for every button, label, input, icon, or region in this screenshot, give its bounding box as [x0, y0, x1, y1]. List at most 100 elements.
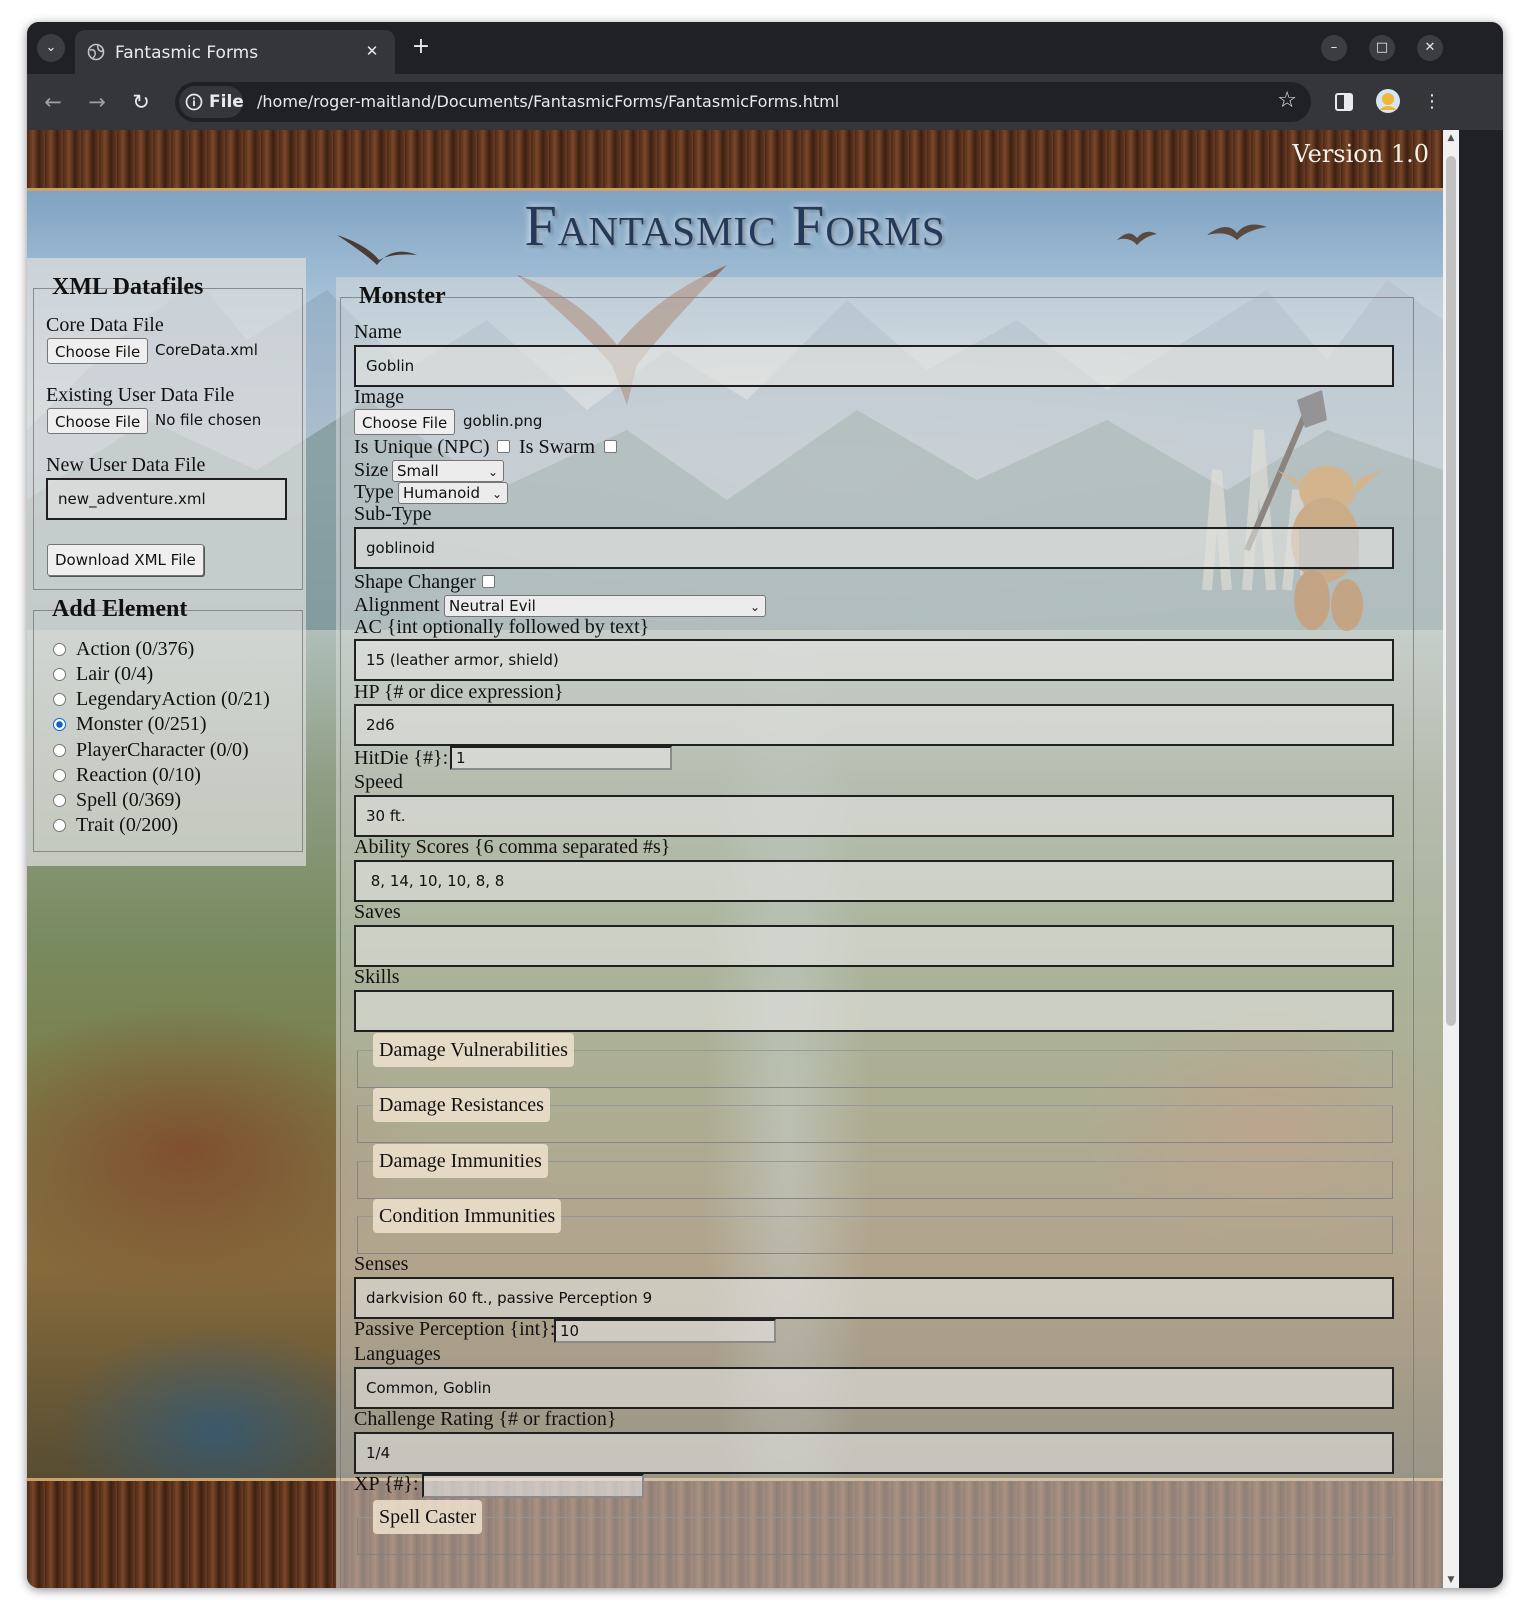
- senses-input[interactable]: darkvision 60 ft., passive Perception 9: [354, 1277, 1394, 1319]
- passive-perception-input[interactable]: 10: [554, 1319, 776, 1343]
- info-icon: [185, 93, 203, 111]
- chevron-down-icon: ⌄: [487, 465, 498, 479]
- radio-label-action: Action (0/376): [76, 638, 195, 660]
- sidebar-panel: XML Datafiles Core Data File Choose File…: [27, 258, 306, 866]
- saves-label: Saves: [354, 901, 401, 923]
- name-input[interactable]: Goblin: [354, 345, 1394, 387]
- menu-kebab-icon[interactable]: ⋮: [1418, 88, 1446, 116]
- challenge-rating-label: Challenge Rating {# or fraction}: [354, 1408, 617, 1430]
- hp-input[interactable]: 2d6: [354, 704, 1394, 746]
- forward-arrow-icon[interactable]: →: [83, 88, 111, 116]
- maximize-icon[interactable]: □: [1369, 35, 1395, 61]
- new-data-label: New User Data File: [46, 454, 206, 476]
- type-select-value: Humanoid: [403, 484, 480, 502]
- damage-immunities-legend[interactable]: Damage Immunities: [373, 1144, 548, 1178]
- damage-vulnerabilities-legend[interactable]: Damage Vulnerabilities: [373, 1033, 574, 1067]
- back-arrow-icon[interactable]: ←: [39, 88, 67, 116]
- radio-reaction[interactable]: [53, 769, 66, 782]
- image-choose-file-button[interactable]: Choose File: [354, 409, 456, 435]
- new-data-file-input[interactable]: new_adventure.xml: [46, 478, 287, 520]
- passive-perception-label: Passive Perception {int}:: [354, 1318, 556, 1340]
- xp-input[interactable]: [422, 1474, 644, 1498]
- scroll-thumb[interactable]: [1446, 156, 1456, 1026]
- challenge-rating-input[interactable]: 1/4: [354, 1432, 1394, 1474]
- spell-caster-fieldset: [357, 1517, 1393, 1555]
- hitdie-input[interactable]: 1: [450, 746, 672, 770]
- tab-search-chevron-icon[interactable]: ⌄: [37, 34, 65, 62]
- shape-changer-checkbox[interactable]: [482, 575, 495, 588]
- url-text[interactable]: /home/roger-maitland/Documents/Fantasmic…: [257, 92, 839, 111]
- reload-icon[interactable]: ↻: [127, 88, 155, 116]
- spell-caster-legend[interactable]: Spell Caster: [373, 1500, 483, 1534]
- monster-legend: Monster: [359, 283, 446, 309]
- radio-label-lair: Lair (0/4): [76, 663, 154, 685]
- damage-resistances-legend[interactable]: Damage Resistances: [373, 1088, 550, 1122]
- radio-spell[interactable]: [53, 794, 66, 807]
- alignment-select-value: Neutral Evil: [449, 597, 536, 615]
- radio-lair[interactable]: [53, 668, 66, 681]
- subtype-input[interactable]: goblinoid: [354, 527, 1394, 569]
- close-window-icon[interactable]: ✕: [1417, 35, 1443, 61]
- languages-label: Languages: [354, 1343, 441, 1365]
- xp-label: XP {#}:: [354, 1473, 419, 1495]
- name-label: Name: [354, 321, 402, 343]
- xml-datafiles-legend: XML Datafiles: [52, 274, 204, 300]
- minimize-icon[interactable]: –: [1321, 35, 1347, 61]
- radio-player-character[interactable]: [53, 744, 66, 757]
- add-element-legend: Add Element: [52, 596, 188, 622]
- page-viewport: Version 1.0 Fantasmic Forms XML Datafile…: [27, 130, 1443, 1588]
- bookmark-star-icon[interactable]: ☆: [1277, 88, 1297, 113]
- site-info-chip[interactable]: File: [179, 86, 244, 118]
- condition-immunities-legend[interactable]: Condition Immunities: [373, 1199, 562, 1233]
- size-label: Size: [354, 459, 389, 481]
- browser-toolbar: ← → ↻ File /home/roger-maitland/Document…: [27, 74, 1503, 130]
- saves-input[interactable]: [354, 925, 1394, 967]
- unique-checkbox[interactable]: [497, 440, 510, 453]
- site-chip-label: File: [209, 92, 244, 112]
- side-panel-icon[interactable]: [1330, 88, 1358, 116]
- core-file-name: CoreData.xml: [155, 341, 258, 359]
- speed-input[interactable]: 30 ft.: [354, 795, 1394, 837]
- ac-input[interactable]: 15 (leather armor, shield): [354, 639, 1394, 681]
- existing-data-label: Existing User Data File: [46, 384, 235, 406]
- ac-label: AC {int optionally followed by text}: [354, 616, 650, 638]
- radio-legendary-action[interactable]: [53, 693, 66, 706]
- radio-label-legendary-action: LegendaryAction (0/21): [76, 688, 270, 710]
- radio-label-spell: Spell (0/369): [76, 789, 181, 811]
- radio-trait[interactable]: [53, 819, 66, 832]
- core-choose-file-button[interactable]: Choose File: [47, 338, 149, 364]
- new-tab-plus-icon[interactable]: +: [407, 34, 435, 62]
- radio-action[interactable]: [53, 643, 66, 656]
- type-label: Type: [354, 481, 394, 503]
- existing-choose-file-button[interactable]: Choose File: [47, 408, 149, 434]
- size-select[interactable]: Small ⌄: [392, 460, 504, 482]
- ability-scores-label: Ability Scores {6 comma separated #s}: [354, 836, 671, 858]
- bird-silhouette-icon: [1117, 231, 1157, 245]
- ability-scores-input[interactable]: 8, 14, 10, 10, 8, 8: [354, 860, 1394, 902]
- languages-input[interactable]: Common, Goblin: [354, 1367, 1394, 1409]
- bird-silhouette-icon: [1207, 224, 1267, 240]
- alignment-label: Alignment: [354, 594, 440, 616]
- radio-label-reaction: Reaction (0/10): [76, 764, 201, 786]
- hp-label: HP {# or dice expression}: [354, 681, 564, 703]
- subtype-label: Sub-Type: [354, 503, 432, 525]
- scroll-up-arrow-icon[interactable]: ▲: [1445, 132, 1457, 144]
- tab-close-icon[interactable]: ✕: [361, 40, 383, 62]
- download-xml-button[interactable]: Download XML File: [47, 544, 204, 576]
- radio-label-trait: Trait (0/200): [76, 814, 179, 836]
- browser-window: ⌄ Fantasmic Forms ✕ + – □ ✕ ← → ↻ File /…: [27, 22, 1503, 1588]
- address-bar[interactable]: File /home/roger-maitland/Documents/Fant…: [175, 82, 1311, 122]
- scroll-down-arrow-icon[interactable]: ▼: [1445, 1574, 1457, 1586]
- radio-monster[interactable]: [53, 718, 66, 731]
- browser-tab[interactable]: Fantasmic Forms ✕: [75, 30, 395, 74]
- swarm-checkbox[interactable]: [604, 440, 617, 453]
- alignment-select[interactable]: Neutral Evil ⌄: [444, 595, 766, 617]
- core-data-label: Core Data File: [46, 314, 164, 336]
- page-scrollbar[interactable]: ▲ ▼: [1443, 130, 1459, 1588]
- type-select[interactable]: Humanoid ⌄: [398, 482, 508, 504]
- radio-label-monster: Monster (0/251): [76, 713, 207, 735]
- profile-avatar[interactable]: [1374, 88, 1402, 116]
- shape-changer-label: Shape Changer: [354, 571, 476, 593]
- globe-icon: [87, 43, 105, 61]
- skills-input[interactable]: [354, 990, 1394, 1032]
